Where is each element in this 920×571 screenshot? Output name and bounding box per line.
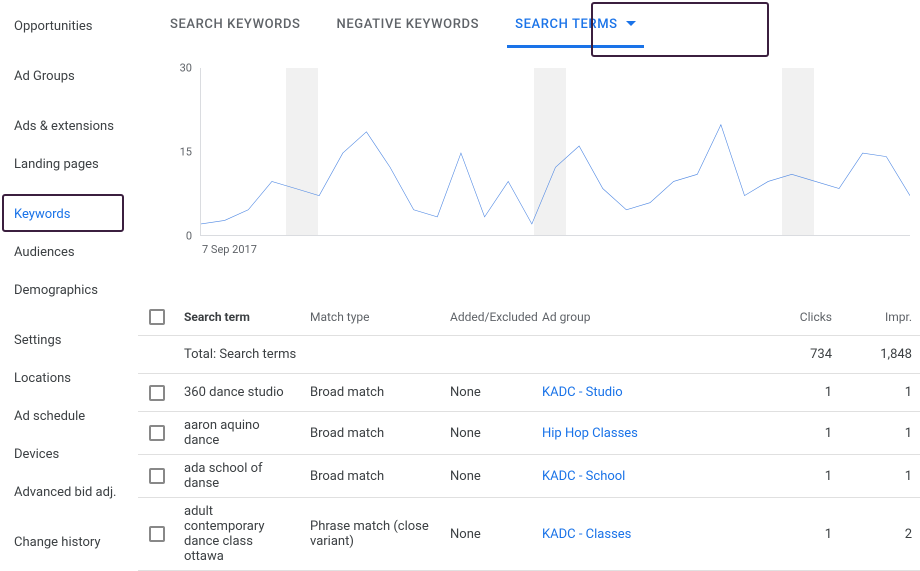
cell-added-excluded: None: [442, 426, 534, 441]
checkbox-row[interactable]: [149, 425, 165, 441]
cell-impr: 1: [840, 426, 920, 441]
tab-search-keywords[interactable]: SEARCH KEYWORDS: [152, 0, 319, 48]
tab-negative-keywords[interactable]: NEGATIVE KEYWORDS: [319, 0, 498, 48]
table-row: 360 dance studioBroad matchNone KADC - St…: [138, 374, 920, 412]
cell-impr: 1: [840, 385, 920, 400]
highlight-keywords: [2, 194, 124, 232]
cell-clicks: 1: [720, 426, 840, 441]
col-added-excluded[interactable]: Added/Excluded: [442, 310, 534, 324]
ad-group-link[interactable]: Hip Hop Classes: [542, 426, 638, 441]
ad-group-link[interactable]: KADC - School: [542, 469, 625, 484]
table-row: aaron aquino danceBroad matchNone Hip Hop…: [138, 412, 920, 455]
cell-match-type: Broad match: [302, 469, 442, 484]
sidebar-item-landing-pages[interactable]: Landing pages: [0, 146, 138, 184]
col-match-type[interactable]: Match type: [302, 310, 442, 324]
table-row: ada school of danseBroad matchNone KADC -…: [138, 455, 920, 498]
tab-search-terms-label: SEARCH TERMS: [515, 17, 618, 32]
chart-plot: [200, 68, 910, 236]
checkbox-row[interactable]: [149, 468, 165, 484]
cell-search-term: aaron aquino dance: [176, 418, 302, 448]
y-tick-0: 0: [186, 230, 192, 243]
cell-impr: 2: [840, 527, 920, 542]
cell-added-excluded: None: [442, 385, 534, 400]
chevron-down-icon: [626, 21, 636, 27]
y-tick-15: 15: [180, 146, 192, 159]
cell-clicks: 1: [720, 469, 840, 484]
main-content: SEARCH KEYWORDS NEGATIVE KEYWORDS SEARCH…: [138, 0, 920, 549]
total-clicks: 734: [720, 347, 840, 362]
cell-clicks: 1: [720, 385, 840, 400]
cell-clicks: 1: [720, 527, 840, 542]
col-clicks[interactable]: Clicks: [720, 310, 840, 324]
tab-search-terms[interactable]: SEARCH TERMS: [497, 0, 654, 48]
cell-match-type: Broad match: [302, 426, 442, 441]
sidebar-item-change-history[interactable]: Change history: [0, 524, 138, 562]
sidebar-item-advanced-bid[interactable]: Advanced bid adj.: [0, 474, 138, 512]
sidebar-item-ads-extensions[interactable]: Ads & extensions: [0, 108, 138, 146]
tabs: SEARCH KEYWORDS NEGATIVE KEYWORDS SEARCH…: [138, 0, 920, 48]
sidebar-item-ad-groups[interactable]: Ad Groups: [0, 58, 138, 96]
checkbox-row[interactable]: [149, 385, 165, 401]
ad-group-link[interactable]: KADC - Classes: [542, 527, 631, 542]
col-search-term[interactable]: Search term: [176, 310, 302, 324]
checkbox-all[interactable]: [149, 309, 165, 325]
x-tick-label: 7 Sep 2017: [202, 243, 257, 256]
sidebar-item-locations[interactable]: Locations: [0, 360, 138, 398]
sidebar-item-opportunities[interactable]: Opportunities: [0, 8, 138, 46]
y-axis: 30 15 0: [168, 68, 198, 236]
col-impr[interactable]: Impr.: [840, 310, 920, 324]
sidebar-item-demographics[interactable]: Demographics: [0, 272, 138, 310]
sidebar-item-devices[interactable]: Devices: [0, 436, 138, 474]
search-terms-table: Search term Match type Added/Excluded Ad…: [138, 298, 920, 571]
cell-match-type: Broad match: [302, 385, 442, 400]
cell-added-excluded: None: [442, 527, 534, 542]
checkbox-row[interactable]: [149, 526, 165, 542]
table-header-row: Search term Match type Added/Excluded Ad…: [138, 298, 920, 336]
col-ad-group[interactable]: Ad group: [534, 310, 704, 324]
sidebar-item-settings[interactable]: Settings: [0, 322, 138, 360]
cell-search-term: ada school of danse: [176, 461, 302, 491]
cell-search-term: adult contemporary dance class ottawa: [176, 504, 302, 564]
chart: 30 15 0 7 Sep 2017: [168, 68, 910, 258]
cell-added-excluded: None: [442, 469, 534, 484]
cell-search-term: 360 dance studio: [176, 385, 302, 400]
ad-group-link[interactable]: KADC - Studio: [542, 385, 623, 400]
total-label: Total: Search terms: [176, 347, 720, 362]
total-impr: 1,848: [840, 347, 920, 362]
cell-match-type: Phrase match (close variant): [302, 519, 442, 549]
y-tick-30: 30: [180, 62, 192, 75]
sidebar-item-ad-schedule[interactable]: Ad schedule: [0, 398, 138, 436]
sidebar: Opportunities Ad Groups Ads & extensions…: [0, 0, 138, 549]
sidebar-item-audiences[interactable]: Audiences: [0, 234, 138, 272]
table-row: adult contemporary dance class ottawaPhr…: [138, 498, 920, 571]
cell-impr: 1: [840, 469, 920, 484]
line-series: [201, 68, 910, 281]
table-total-row: Total: Search terms 734 1,848: [138, 336, 920, 374]
